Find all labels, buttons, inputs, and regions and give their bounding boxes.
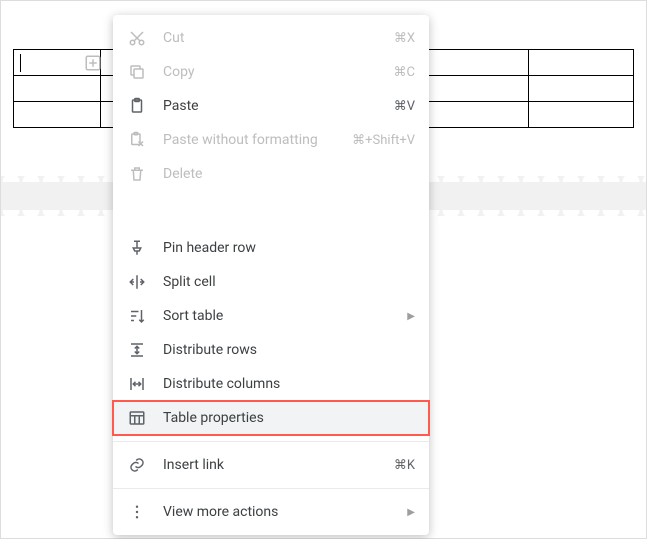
menu-item-label: Delete	[163, 166, 415, 182]
pin-icon	[127, 238, 147, 258]
menu-item-more-actions[interactable]: View more actions ▶	[113, 495, 429, 529]
text-cursor	[20, 54, 21, 72]
menu-item-split-cell[interactable]: Split cell	[113, 265, 429, 299]
paste-plain-icon	[127, 130, 147, 150]
menu-item-shortcut: ⌘C	[394, 65, 415, 80]
menu-item-label: Paste without formatting	[163, 132, 352, 148]
context-menu: Cut ⌘X Copy ⌘C Paste ⌘V Paste without fo…	[113, 15, 429, 535]
menu-separator	[113, 488, 429, 489]
menu-item-shortcut: ⌘V	[394, 99, 415, 114]
distribute-cols-icon	[127, 374, 147, 394]
chevron-right-icon: ▶	[407, 311, 415, 322]
table-cell[interactable]	[14, 50, 101, 76]
chevron-right-icon: ▶	[407, 507, 415, 518]
table-cell[interactable]	[423, 50, 528, 76]
menu-separator	[113, 441, 429, 442]
distribute-rows-icon	[127, 340, 147, 360]
table-cell[interactable]	[14, 76, 101, 102]
menu-item-shortcut: ⌘+Shift+V	[352, 133, 415, 148]
table-cell[interactable]	[423, 76, 528, 102]
table-properties-icon	[127, 408, 147, 428]
paste-icon	[127, 96, 147, 116]
menu-item-distribute-rows[interactable]: Distribute rows	[113, 333, 429, 367]
table-cell[interactable]	[528, 76, 633, 102]
more-vertical-icon	[127, 502, 147, 522]
menu-item-label: Cut	[163, 30, 394, 46]
menu-item-label: View more actions	[163, 504, 399, 520]
menu-item-paste[interactable]: Paste ⌘V	[113, 89, 429, 123]
menu-item-pin-header[interactable]: Pin header row	[113, 231, 429, 265]
menu-item-label: Insert link	[163, 457, 394, 473]
menu-item-copy: Copy ⌘C	[113, 55, 429, 89]
cut-icon	[127, 28, 147, 48]
menu-item-sort-table[interactable]: Sort table ▶	[113, 299, 429, 333]
sort-icon	[127, 306, 147, 326]
menu-item-label: Copy	[163, 64, 394, 80]
menu-item-label: Split cell	[163, 274, 415, 290]
cell-menu-icon[interactable]	[84, 54, 98, 68]
table-cell[interactable]	[528, 50, 633, 76]
menu-item-distribute-cols[interactable]: Distribute columns	[113, 367, 429, 401]
menu-item-delete: Delete	[113, 157, 429, 191]
split-cell-icon	[127, 272, 147, 292]
menu-item-label: Pin header row	[163, 240, 415, 256]
copy-icon	[127, 62, 147, 82]
menu-item-shortcut: ⌘K	[394, 458, 415, 473]
menu-item-label: Table properties	[163, 410, 415, 426]
menu-item-shortcut: ⌘X	[394, 31, 415, 46]
menu-item-paste-plain: Paste without formatting ⌘+Shift+V	[113, 123, 429, 157]
menu-item-insert-link[interactable]: Insert link ⌘K	[113, 448, 429, 482]
menu-item-label: Distribute columns	[163, 376, 415, 392]
table-cell[interactable]	[528, 102, 633, 128]
table-cell[interactable]	[14, 102, 101, 128]
menu-item-table-properties[interactable]: Table properties	[113, 401, 429, 435]
menu-item-label: Paste	[163, 98, 394, 114]
link-icon	[127, 455, 147, 475]
menu-item-cut: Cut ⌘X	[113, 21, 429, 55]
delete-icon	[127, 164, 147, 184]
menu-item-label: Distribute rows	[163, 342, 415, 358]
menu-item-label: Sort table	[163, 308, 399, 324]
table-cell[interactable]	[423, 102, 528, 128]
